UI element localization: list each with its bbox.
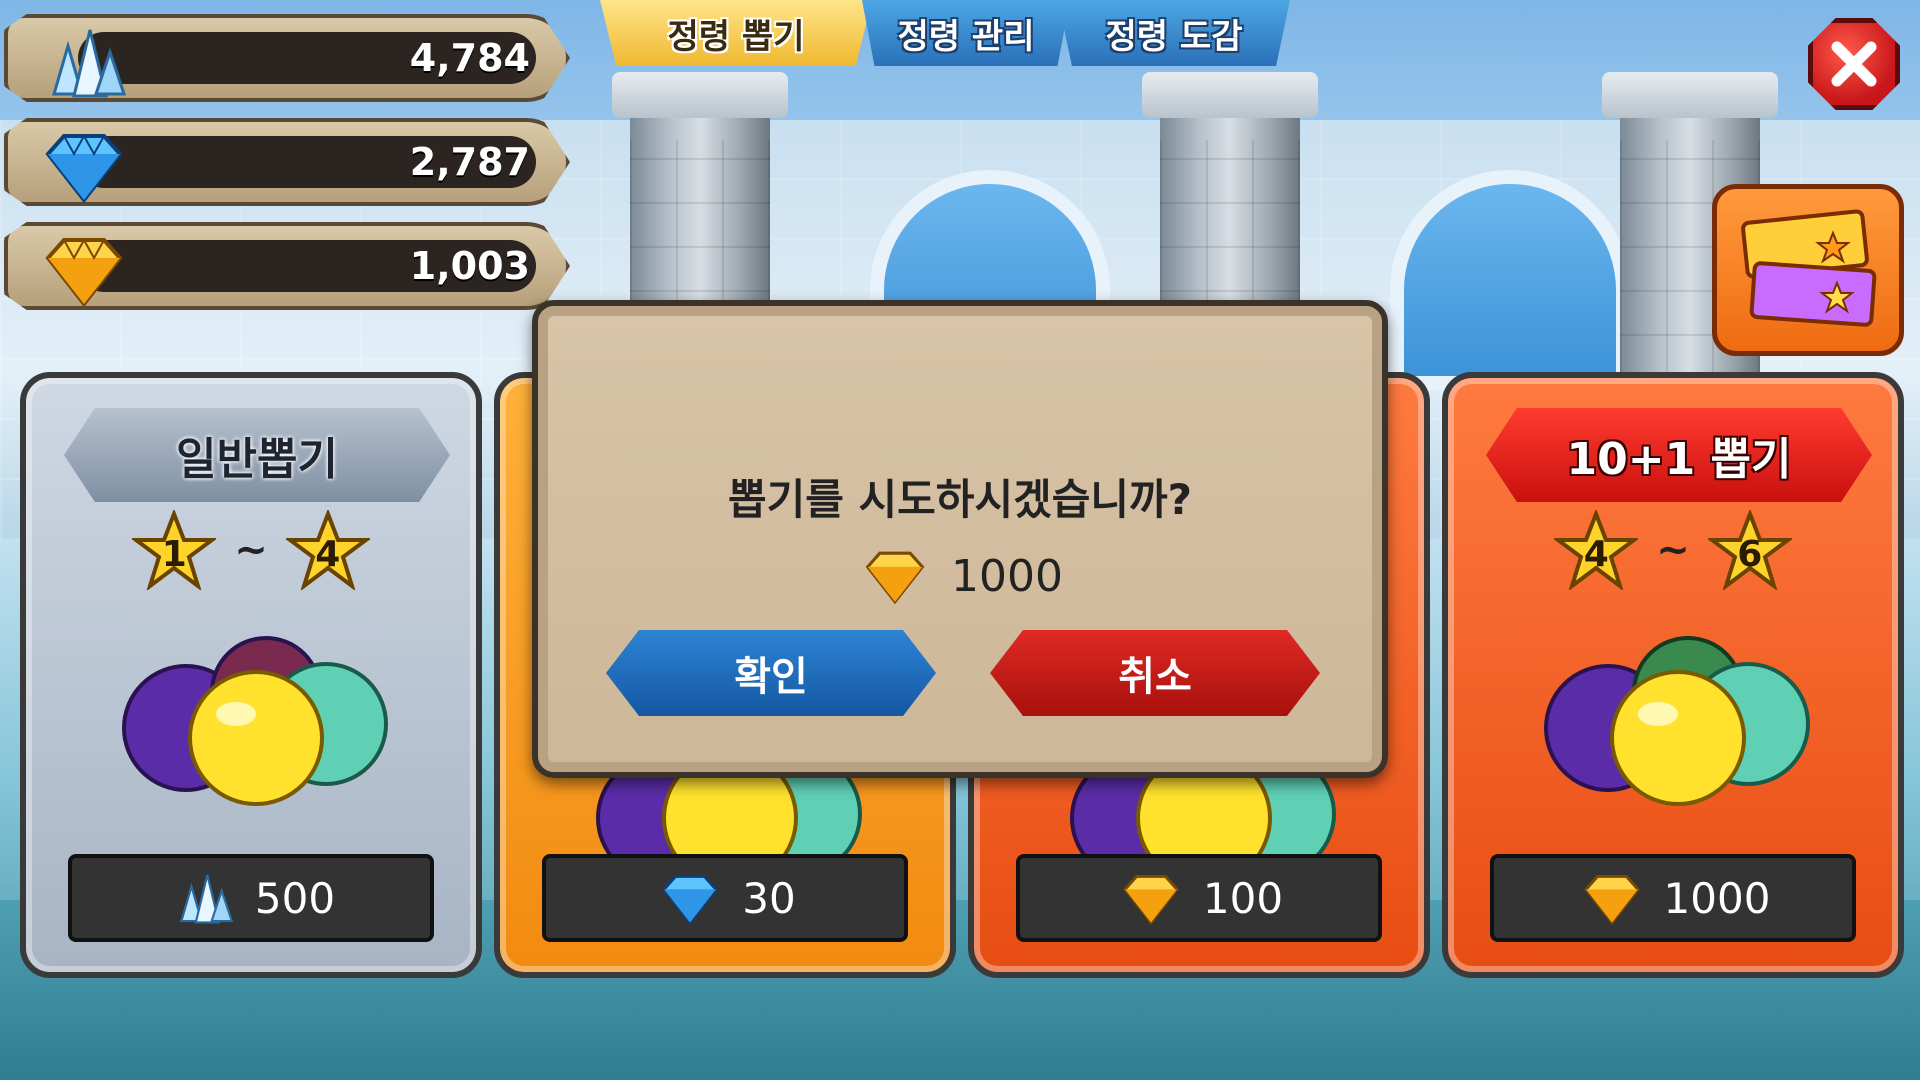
tab-spirit-collection[interactable]: 정령 도감 [1058,0,1290,66]
blue-diamond-icon [45,133,123,204]
crystal-icon [179,874,234,924]
blue-gem-amount: 2,787 [409,140,530,184]
price-bar: 500 [68,854,434,942]
price-value: 500 [254,873,336,923]
spirit-orbs-image [122,636,388,806]
card-title: 일반뽑기 [64,408,450,502]
gold-diamond-icon [865,551,925,605]
ten-plus-one-draw-card[interactable]: 10+1 뽑기 4 ~ 6 1000 [1442,372,1904,978]
star-icon: 4 [285,510,370,590]
gold-gem-amount: 1,003 [409,244,530,288]
dialog-cost: 1000 [538,546,1382,606]
gold-diamond-icon [45,237,123,308]
price-bar: 1000 [1490,854,1856,942]
star-icon: 6 [1707,510,1792,590]
star-icon: 1 [132,510,217,590]
cancel-button[interactable]: 취소 [990,630,1320,716]
spirit-orbs-image [1544,636,1810,806]
dialog-message: 뽑기를 시도하시겠습니까? [727,475,1193,524]
dialog-cost-value: 1000 [951,550,1063,602]
ticket-button[interactable] [1712,184,1904,356]
tab-spirit-draw[interactable]: 정령 뽑기 [600,0,872,66]
star-min-value: 1 [161,533,187,575]
blue-gem-currency-bar: 2,787 [4,118,570,206]
range-tilde: ~ [234,527,268,573]
confirm-draw-dialog: 뽑기를 시도하시겠습니까? 1000 확인 취소 [532,300,1388,778]
ticket-icon [1741,209,1877,327]
star-max-value: 6 [1737,533,1763,575]
price-value: 1000 [1663,873,1771,923]
card-title: 10+1 뽑기 [1486,408,1872,502]
close-icon [1831,41,1877,87]
star-icon: 4 [1554,510,1639,590]
price-bar: 30 [542,854,908,942]
normal-draw-card[interactable]: 일반뽑기 1 ~ 4 500 [20,372,482,978]
blue-diamond-icon [662,874,719,925]
gold-gem-currency-bar: 1,003 [4,222,570,310]
star-max-value: 4 [315,533,341,575]
close-button[interactable] [1808,18,1900,110]
gold-diamond-icon [1123,874,1179,925]
tab-spirit-manage[interactable]: 정령 관리 [862,0,1070,66]
star-min-value: 4 [1583,533,1609,575]
crystal-currency-bar: 4,784 [4,14,570,102]
star-range: 1 ~ 4 [26,510,476,590]
price-value: 100 [1202,873,1284,923]
star-range: 4 ~ 6 [1448,510,1898,590]
gold-diamond-icon [1583,874,1640,925]
price-bar: 100 [1016,854,1382,942]
crystal-icon [52,29,127,98]
crystal-amount: 4,784 [409,36,530,80]
range-tilde: ~ [1656,527,1690,573]
confirm-button[interactable]: 확인 [606,630,936,716]
price-value: 30 [742,873,796,923]
